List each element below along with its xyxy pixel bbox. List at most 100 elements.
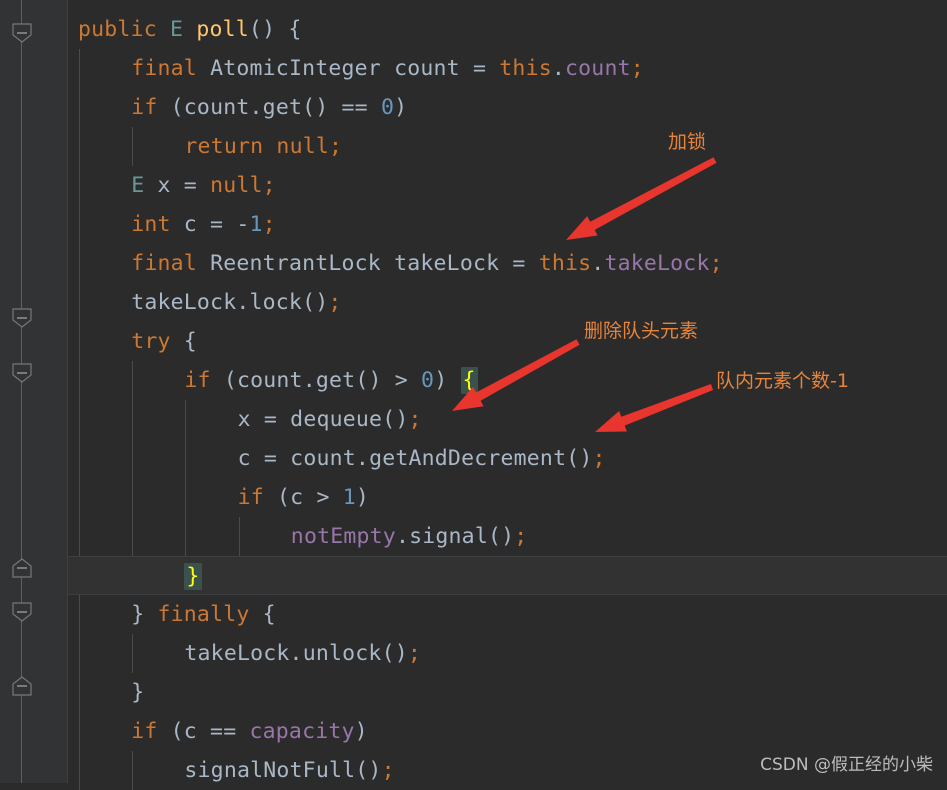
code-line[interactable]: if (count.get() == 0)	[68, 88, 947, 127]
code-token: ;	[262, 173, 276, 198]
code-token: ()	[566, 446, 593, 471]
code-token: getAndDecrement	[369, 446, 567, 471]
code-line-text: return null;	[68, 127, 342, 166]
code-editor[interactable]: public E poll() {final AtomicInteger cou…	[0, 0, 947, 790]
code-token: 1	[249, 212, 263, 237]
code-line-text: c = count.getAndDecrement();	[68, 439, 606, 478]
code-line-text: }	[68, 673, 144, 712]
code-token: this	[538, 251, 592, 276]
fold-marker-down-icon[interactable]	[11, 307, 33, 329]
code-line[interactable]: if (c > 1)	[68, 478, 947, 517]
code-token: () ==	[302, 95, 381, 120]
code-token: final	[131, 56, 197, 81]
code-token: 0	[421, 368, 435, 393]
code-token: ;	[381, 758, 395, 783]
code-line[interactable]: final ReentrantLock takeLock = this.take…	[68, 244, 947, 283]
code-token: x =	[144, 173, 211, 198]
code-line[interactable]: c = count.getAndDecrement();	[68, 439, 947, 478]
code-token: count	[565, 56, 631, 81]
code-token: )	[434, 368, 461, 393]
code-token: {	[183, 329, 197, 354]
code-token: E	[131, 173, 145, 198]
code-token: 1	[342, 485, 356, 510]
code-line[interactable]: public E poll() {	[68, 10, 947, 49]
code-token: ()	[382, 407, 409, 432]
code-token: ;	[262, 212, 276, 237]
code-token: null	[210, 173, 263, 198]
code-token: .	[591, 251, 605, 276]
code-token: (c >	[263, 485, 343, 510]
code-line-text: if (c > 1)	[68, 478, 369, 517]
code-token: null	[276, 134, 329, 159]
code-line[interactable]: } finally {	[68, 595, 947, 634]
editor-gutter[interactable]	[0, 0, 68, 783]
code-line[interactable]: if (count.get() > 0) {	[68, 361, 947, 400]
code-line-text: final AtomicInteger count = this.count;	[68, 49, 644, 88]
code-text-area[interactable]: public E poll() {final AtomicInteger cou…	[68, 0, 947, 790]
fold-marker-down-icon[interactable]	[11, 601, 33, 623]
code-token: ReentrantLock	[210, 251, 381, 276]
code-token: poll	[196, 17, 249, 42]
code-line[interactable]: if (c == capacity)	[68, 712, 947, 751]
code-line-text: if (count.get() == 0)	[68, 88, 407, 127]
code-line[interactable]: x = dequeue();	[68, 400, 947, 439]
code-line[interactable]: notEmpty.signal();	[68, 517, 947, 556]
fold-marker-up-icon[interactable]	[11, 675, 33, 697]
code-token: c =	[170, 212, 237, 237]
code-token: ()	[487, 524, 515, 549]
code-token: () >	[355, 368, 422, 393]
code-token: signalNotFull	[184, 758, 356, 783]
code-token: {	[262, 602, 276, 627]
fold-guide-line	[21, 0, 22, 783]
code-line[interactable]: final AtomicInteger count = this.count;	[68, 49, 947, 88]
code-line[interactable]: int c = -1;	[68, 205, 947, 244]
code-token: ()	[355, 758, 382, 783]
code-token: ;	[328, 290, 342, 315]
code-token: 0	[380, 95, 395, 120]
code-line-text: if (c == capacity)	[68, 712, 368, 751]
code-token: ()	[302, 290, 329, 315]
code-token: .	[355, 446, 370, 471]
code-token: }	[131, 680, 145, 705]
code-token: get	[315, 368, 356, 393]
code-token: takeLock	[394, 251, 500, 276]
code-token: )	[354, 719, 368, 744]
fold-marker-down-icon[interactable]	[11, 22, 33, 44]
code-line[interactable]: takeLock.unlock();	[68, 634, 947, 673]
code-token: (c ==	[157, 719, 250, 744]
code-token: if	[237, 485, 264, 510]
code-token: takeLock	[184, 641, 290, 666]
code-line[interactable]: try {	[68, 322, 947, 361]
code-line-text: }	[68, 557, 202, 596]
code-token: if	[131, 719, 158, 744]
fold-marker-up-icon[interactable]	[11, 557, 33, 579]
code-token: notEmpty	[290, 524, 396, 549]
code-token: .	[551, 56, 566, 81]
code-token: try	[131, 329, 171, 354]
code-token: ;	[514, 524, 528, 549]
code-token: ;	[407, 641, 422, 666]
code-line-text: takeLock.lock();	[68, 283, 342, 322]
code-line[interactable]: E x = null;	[68, 166, 947, 205]
code-line-text: } finally {	[68, 595, 276, 634]
code-token: .	[249, 95, 263, 120]
code-line[interactable]: }	[68, 673, 947, 712]
code-token: count	[290, 446, 356, 471]
code-token: final	[131, 251, 197, 276]
code-line[interactable]: takeLock.lock();	[68, 283, 947, 322]
code-token: .	[395, 524, 410, 549]
code-token: count	[394, 56, 460, 81]
fold-marker-down-icon[interactable]	[11, 362, 33, 384]
code-line-text: x = dequeue();	[68, 400, 422, 439]
code-line-text: signalNotFull();	[68, 751, 395, 790]
code-token: .	[302, 368, 316, 393]
code-token: capacity	[249, 719, 355, 744]
code-token: ;	[329, 134, 343, 159]
code-line[interactable]: return null;	[68, 127, 947, 166]
code-token: finally	[157, 602, 250, 627]
code-line[interactable]: }	[68, 556, 947, 595]
